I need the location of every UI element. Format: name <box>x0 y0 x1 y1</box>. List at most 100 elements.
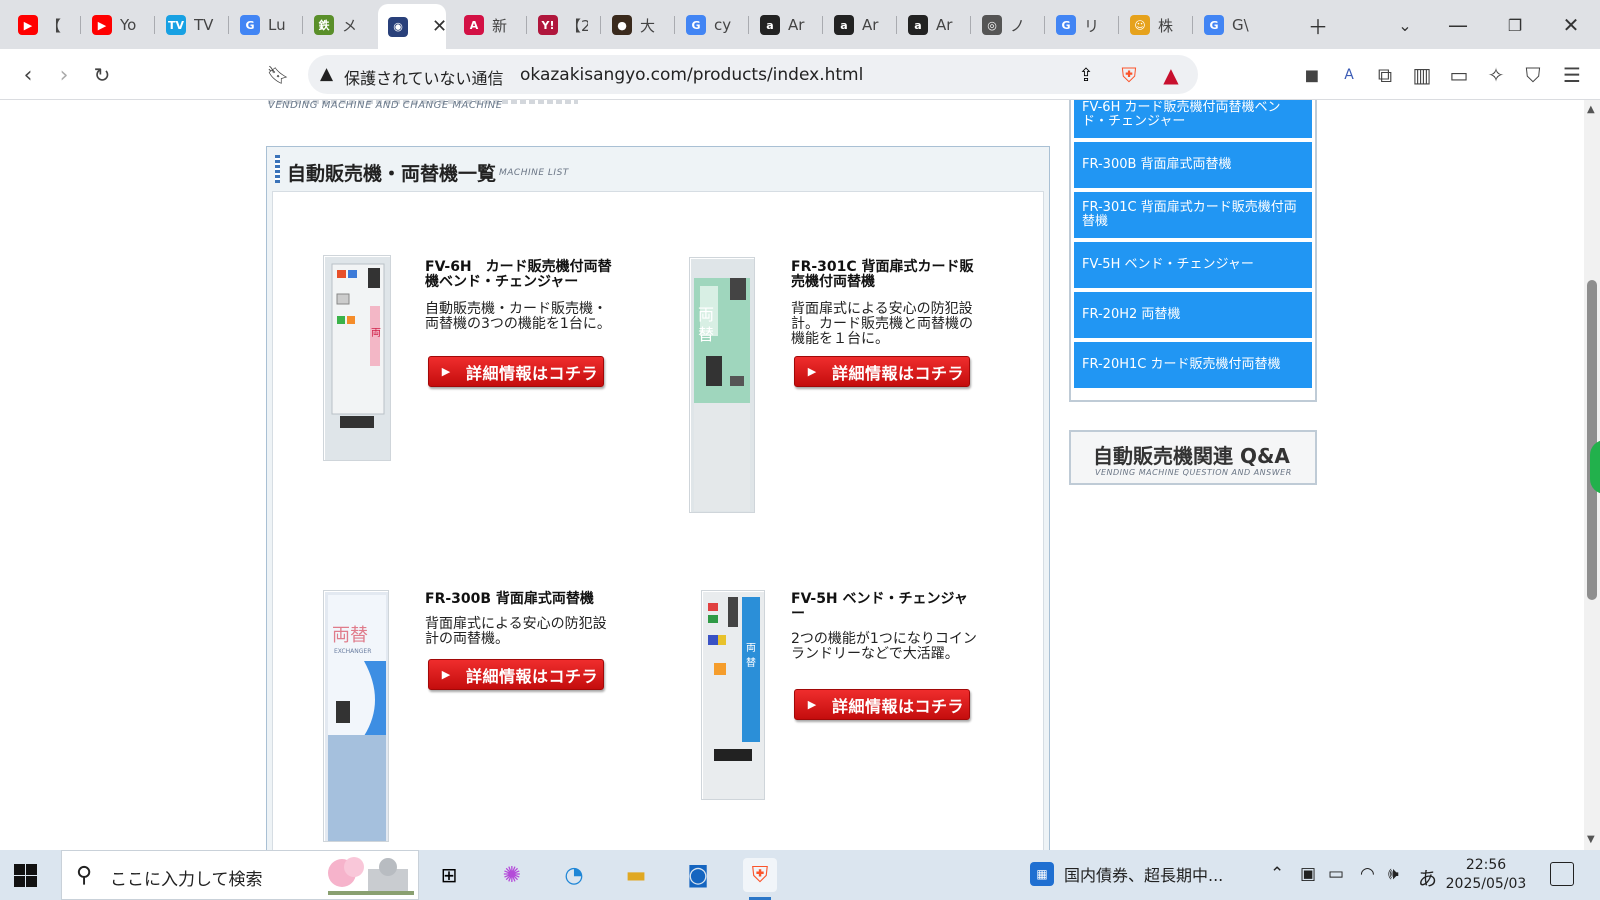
copilot-icon[interactable]: ✺ <box>495 858 529 892</box>
sidebar-item-fr-300b[interactable]: FR-300B 背面扉式両替機 <box>1074 142 1312 190</box>
product-name[interactable]: FR-301C 背面扉式カード販売機付両替機 <box>791 260 981 290</box>
sidebar-item-fv-6h[interactable]: FV-6H カード販売機付両替機ベンド・チェンジャー <box>1074 100 1312 140</box>
brave-rewards-icon[interactable]: ▲ <box>1158 62 1184 88</box>
play-arrow-icon: ▶ <box>807 365 817 378</box>
tab-3[interactable]: G Lu <box>230 6 296 44</box>
leo-ai-icon[interactable]: ✧ <box>1480 59 1512 91</box>
windows-start-icon[interactable] <box>12 862 38 888</box>
sidebar-item-fr-301c[interactable]: FR-301C 背面扉式カード販売機付両替機 <box>1074 192 1312 240</box>
svg-text:両: 両 <box>371 328 381 339</box>
news-widget[interactable]: ▦ 国内債券、超長期中... <box>1030 862 1223 886</box>
product-description: 背面扉式による安心の防犯設計の両替機。 <box>425 616 607 647</box>
product-name[interactable]: FV-6H カード販売機付両替機ベンド・チェンジャー <box>425 260 615 290</box>
scroll-down-arrow-icon[interactable]: ▼ <box>1587 834 1595 845</box>
translate-extension-icon[interactable]: A <box>1333 59 1365 91</box>
tab-title: リ <box>1084 16 1100 35</box>
product-description: 自動販売機・カード販売機・両替機の3つの機能を1台に。 <box>425 301 611 332</box>
detail-button-fr-300b[interactable]: ▶ 詳細情報はコチラ <box>428 659 604 690</box>
extension-icon[interactable]: ◼ <box>1296 59 1328 91</box>
product-image-fr-300b[interactable]: 両替 EXCHANGER <box>323 590 389 842</box>
tab-search-chevron-icon[interactable]: ⌄ <box>1390 10 1420 40</box>
brave-shield-icon[interactable]: ⛨ <box>1116 62 1142 88</box>
wallet-icon[interactable]: ▭ <box>1443 59 1475 91</box>
product-image-fv-6h[interactable]: 両 <box>323 255 391 461</box>
tab-16[interactable]: G G\ <box>1194 6 1260 44</box>
security-label[interactable]: 保護されていない通信 <box>344 65 504 89</box>
product-name[interactable]: FV-5H ベンド・チェンジャー <box>791 592 981 622</box>
battery-icon[interactable]: ▭ <box>1328 864 1344 884</box>
close-window-button[interactable]: ✕ <box>1556 10 1586 40</box>
forward-button[interactable]: › <box>48 59 80 91</box>
brave-taskbar-icon[interactable]: ⛨ <box>743 858 777 900</box>
tab-4[interactable]: 鉄メ <box>304 6 370 44</box>
tab-8[interactable]: ● 大 <box>602 6 668 44</box>
sidebar-item-fr-20h2[interactable]: FR-20H2 両替機 <box>1074 292 1312 340</box>
ime-indicator[interactable]: あ <box>1418 864 1437 891</box>
task-view-icon[interactable]: ⊞ <box>432 858 466 892</box>
bear-icon: ● <box>612 15 632 35</box>
qa-banner[interactable]: 自動販売機関連 Q&A VENDING MACHINE QUESTION AND… <box>1069 430 1317 485</box>
scroll-up-arrow-icon[interactable]: ▲ <box>1587 104 1595 115</box>
share-icon[interactable]: ⇪ <box>1073 62 1099 88</box>
close-tab-icon[interactable]: ✕ <box>432 16 447 37</box>
scrollbar-thumb[interactable] <box>1587 280 1597 600</box>
tray-chevron-icon[interactable]: ⌃ <box>1270 864 1284 884</box>
menu-icon[interactable]: ☰ <box>1556 59 1588 91</box>
tab-separator <box>896 16 897 34</box>
tab-title: Yo <box>120 16 137 34</box>
sidebar-item-fv-5h[interactable]: FV-5H ベンド・チェンジャー <box>1074 242 1312 290</box>
tab-separator <box>748 16 749 34</box>
tab-title: 新 <box>492 16 508 35</box>
reload-button[interactable]: ↻ <box>86 59 118 91</box>
product-image-fr-301c[interactable]: 両 替 <box>689 257 755 513</box>
tab-9[interactable]: Gcy <box>676 6 742 44</box>
tab-13[interactable]: ◎ ノ <box>972 6 1038 44</box>
url-text[interactable]: okazakisangyo.com/products/index.html <box>520 65 863 85</box>
tab-14[interactable]: Gリ <box>1046 6 1112 44</box>
volume-icon[interactable]: 🕪︎ <box>1388 864 1399 884</box>
bookmark-icon[interactable]: 🔖︎ <box>262 59 294 91</box>
tab-title: 【2 <box>566 16 588 35</box>
extensions-puzzle-icon[interactable]: ⧉ <box>1369 59 1401 91</box>
back-button[interactable]: ‹ <box>12 59 44 91</box>
tab-2[interactable]: TV TV <box>156 6 222 44</box>
restore-button[interactable]: ❐ <box>1500 10 1530 40</box>
tab-7[interactable]: Y! 【2 <box>528 6 594 44</box>
taskbar-search-box[interactable]: ⚲ ここに入力して検索 <box>61 850 419 900</box>
minimize-button[interactable]: — <box>1443 10 1473 40</box>
address-bar[interactable]: ▲ 保護されていない通信 okazakisangyo.com/products/… <box>308 55 1198 94</box>
new-tab-button[interactable]: ＋ <box>1303 10 1333 40</box>
youtube-icon: ▶ <box>92 15 112 35</box>
tab-title: Ar <box>936 16 953 34</box>
tab-5[interactable]: ◉ ✕ <box>378 4 447 49</box>
tab-12[interactable]: a Ar <box>898 6 964 44</box>
vpn-shield-icon[interactable]: ⛉ <box>1517 59 1549 91</box>
file-explorer-icon[interactable]: ▬ <box>619 858 653 892</box>
tab-1[interactable]: ▶ Yo <box>82 6 148 44</box>
detail-button-fr-301c[interactable]: ▶ 詳細情報はコチラ <box>794 356 970 387</box>
notification-icon[interactable] <box>1550 862 1574 886</box>
sidebar-toggle-icon[interactable]: ▥ <box>1406 59 1438 91</box>
warning-triangle-icon: ▲ <box>320 64 334 84</box>
tab-0[interactable]: ▶ 【 <box>8 6 74 44</box>
edge-icon[interactable]: ◔ <box>557 858 591 892</box>
meet-camera-icon[interactable]: ▣ <box>1300 864 1316 884</box>
product-name[interactable]: FR-300B 背面扉式両替機 <box>425 592 615 607</box>
youtube-icon: ▶ <box>18 15 38 35</box>
detail-button-fv-6h[interactable]: ▶ 詳細情報はコチラ <box>428 356 604 387</box>
system-clock[interactable]: 22:56 2025/05/03 <box>1436 856 1536 894</box>
tab-15[interactable]: ☺ 株 <box>1120 6 1186 44</box>
detail-button-fv-5h[interactable]: ▶ 詳細情報はコチラ <box>794 689 970 720</box>
product-image-fv-5h[interactable]: 両 替 <box>701 590 765 800</box>
tab-10[interactable]: a Ar <box>750 6 816 44</box>
wifi-icon[interactable]: ◠ <box>1360 864 1375 884</box>
google-icon: G <box>1204 15 1224 35</box>
svg-text:両: 両 <box>698 305 714 324</box>
tab-6[interactable]: A新 <box>454 6 520 44</box>
amazon-icon: a <box>908 15 928 35</box>
machine-list-content: 両 FV-6H カード販売機付両替機ベンド・チェンジャー 自動販売機・カード販売… <box>272 191 1044 850</box>
sidebar-item-fr-20h1c[interactable]: FR-20H1C カード販売機付両替機 <box>1074 342 1312 390</box>
floating-widget-icon[interactable] <box>1590 440 1600 494</box>
outlook-icon[interactable]: ◙ <box>681 858 715 892</box>
tab-11[interactable]: a Ar <box>824 6 890 44</box>
